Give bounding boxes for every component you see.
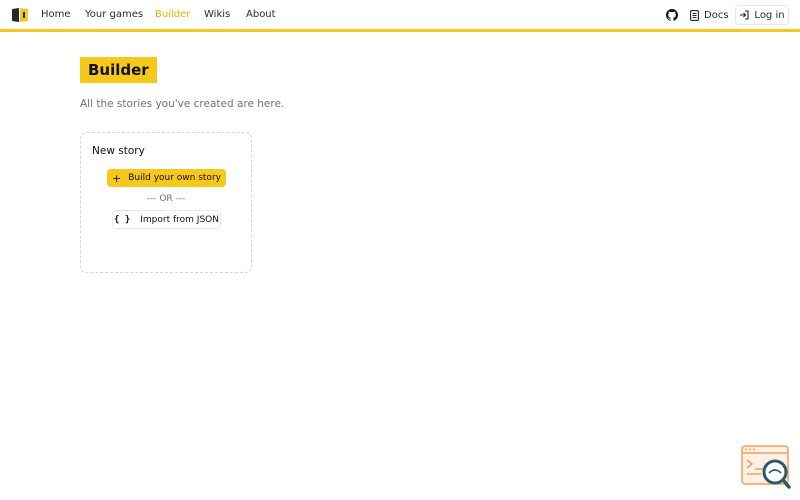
- import-button-label: Import from JSON: [140, 214, 219, 225]
- nav-link-wikis[interactable]: Wikis: [204, 9, 230, 21]
- build-own-story-button[interactable]: + Build your own story: [107, 169, 226, 187]
- docs-label: Docs: [704, 9, 729, 21]
- code-search-icon[interactable]: [741, 445, 791, 489]
- plus-icon: +: [112, 171, 122, 185]
- login-button[interactable]: Log in: [735, 5, 789, 25]
- page-subtitle: All the stories you've created are here.: [80, 98, 285, 110]
- github-icon[interactable]: [666, 9, 678, 21]
- top-navigation-bar: Home Your games Builder Wikis About Docs…: [0, 0, 800, 32]
- page-title: Builder: [80, 57, 157, 83]
- or-separator: --- OR ---: [146, 194, 186, 204]
- nav-link-your-games[interactable]: Your games: [85, 9, 143, 21]
- braces-icon: { }: [114, 214, 131, 225]
- card-title: New story: [92, 145, 145, 157]
- import-json-button[interactable]: { } Import from JSON: [112, 210, 221, 229]
- nav-link-builder[interactable]: Builder: [155, 9, 190, 21]
- document-icon: [690, 9, 699, 21]
- book-logo-icon[interactable]: [11, 7, 29, 23]
- new-story-card: New story + Build your own story --- OR …: [80, 132, 252, 273]
- login-label: Log in: [754, 9, 785, 21]
- nav-link-home[interactable]: Home: [41, 9, 71, 21]
- docs-button[interactable]: Docs: [690, 8, 729, 22]
- nav-link-about[interactable]: About: [246, 9, 276, 21]
- build-button-label: Build your own story: [128, 173, 221, 183]
- login-arrow-icon: [740, 10, 749, 20]
